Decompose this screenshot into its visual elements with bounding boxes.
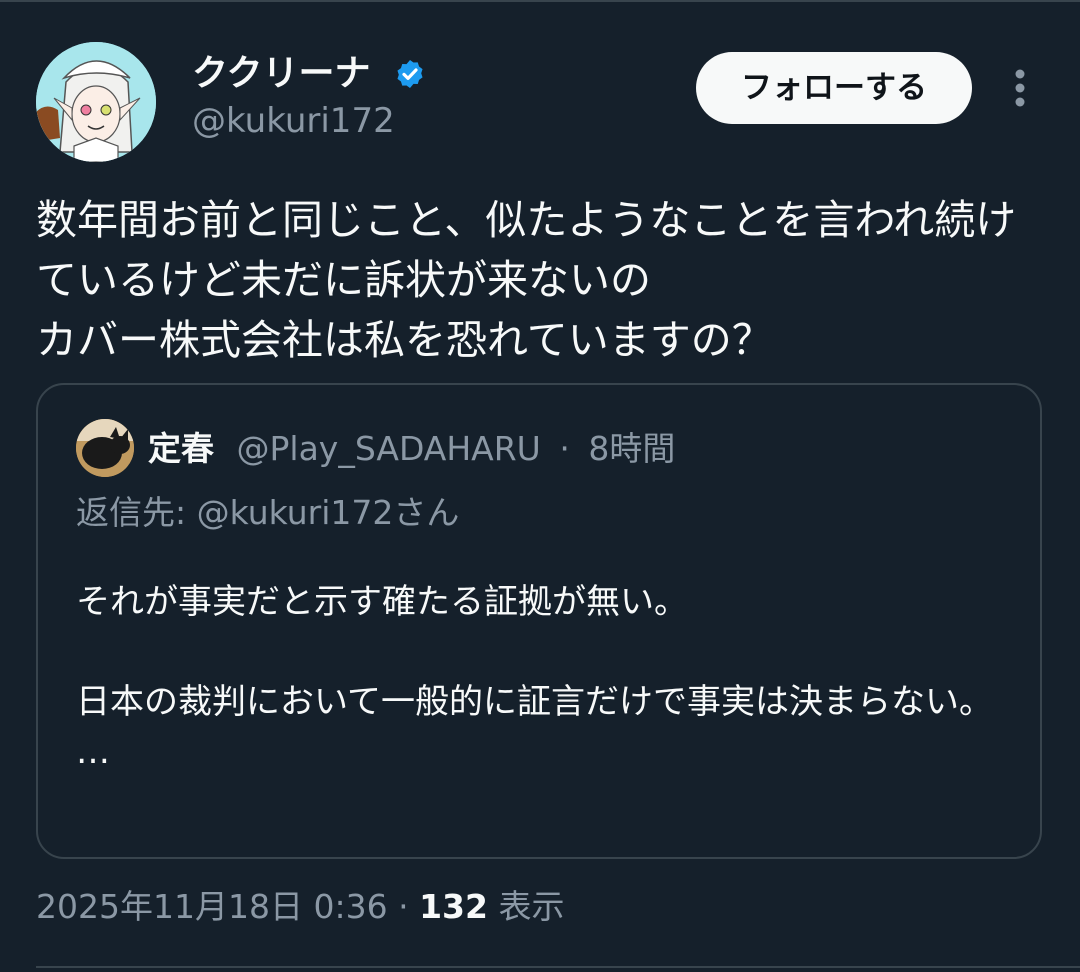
view-count: 132 <box>419 887 488 926</box>
tweet-timestamp[interactable]: 2025年11月18日 0:36 <box>36 887 388 926</box>
avatar-illustration <box>36 42 156 162</box>
quoted-reply-to: 返信先: @kukuri172さん <box>76 493 460 532</box>
quoted-author-name[interactable]: 定春 <box>148 429 214 468</box>
verified-badge-icon[interactable] <box>394 58 426 90</box>
view-label: 表示 <box>498 887 565 926</box>
more-vertical-icon[interactable] <box>1000 64 1040 112</box>
tweet-meta: 2025年11月18日 0:36 · 132 表示 <box>36 884 564 930</box>
author-handle[interactable]: @kukuri172 <box>192 100 395 142</box>
quoted-tweet-header: 定春 @Play_SADAHARU · 8時間 <box>148 427 675 471</box>
quoted-tweet-card[interactable]: 定春 @Play_SADAHARU · 8時間 返信先: @kukuri172さ… <box>36 383 1042 859</box>
meta-separator: · <box>398 887 409 926</box>
bottom-divider <box>36 966 1080 968</box>
quoted-tweet-text: それが事実だと示す確たる証拠が無い。 日本の裁判において一般的に証言だけで事実は… <box>76 582 993 772</box>
quoted-meta-separator: · <box>559 429 570 468</box>
author-avatar[interactable] <box>36 42 156 162</box>
author-name[interactable]: ククリーナ <box>192 52 371 96</box>
quoted-author-handle[interactable]: @Play_SADAHARU <box>237 429 541 468</box>
quoted-tweet-time[interactable]: 8時間 <box>588 429 675 468</box>
tweet-text: 数年間お前と同じこと、似たようなことを言われ続けているけど未だに訴状が来ないの … <box>36 196 1017 364</box>
top-divider <box>0 0 1080 2</box>
quoted-author-avatar[interactable] <box>76 419 134 477</box>
follow-button[interactable]: フォローする <box>696 52 972 124</box>
black-cat-avatar-illustration <box>76 419 134 477</box>
